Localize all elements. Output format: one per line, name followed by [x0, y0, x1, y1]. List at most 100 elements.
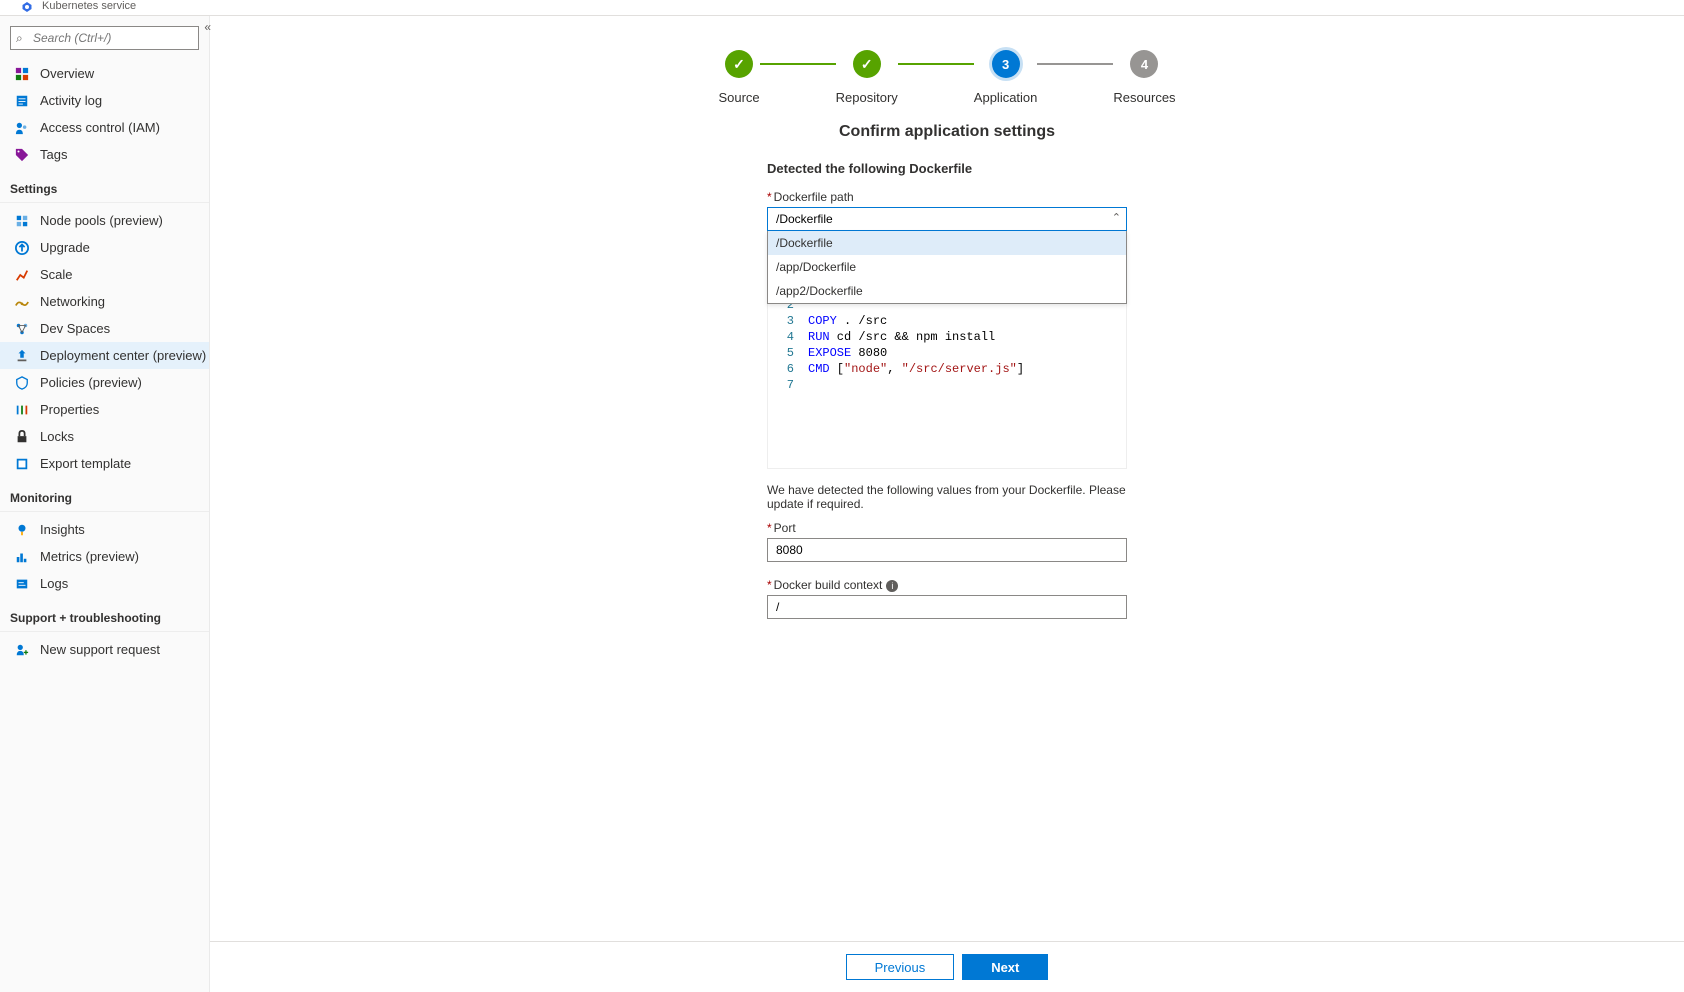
nav-access-control[interactable]: Access control (IAM) [0, 114, 209, 141]
service-type-bar: Kubernetes service [0, 0, 1684, 16]
step-resources: 4 Resources [1113, 50, 1175, 105]
nav-logs[interactable]: Logs [0, 570, 209, 597]
next-button[interactable]: Next [962, 954, 1048, 980]
policies-icon [14, 375, 30, 391]
overview-icon [14, 66, 30, 82]
detected-heading: Detected the following Dockerfile [767, 161, 1127, 176]
nav-scale[interactable]: Scale [0, 261, 209, 288]
nav-activity-log[interactable]: Activity log [0, 87, 209, 114]
nav-header-settings: Settings [0, 168, 209, 203]
export-icon [14, 456, 30, 472]
previous-button[interactable]: Previous [846, 954, 955, 980]
nav-label: Logs [40, 576, 68, 591]
nav-locks[interactable]: Locks [0, 423, 209, 450]
nav-label: Locks [40, 429, 74, 444]
nav-insights[interactable]: Insights [0, 516, 209, 543]
props-icon [14, 402, 30, 418]
scale-icon [14, 267, 30, 283]
nav-properties[interactable]: Properties [0, 396, 209, 423]
nav-new-support-request[interactable]: New support request [0, 636, 209, 663]
wizard-stepper: ✓ Source ✓ Repository 3 Application 4 Re… [718, 50, 1175, 105]
code-lines: COPY . /src RUN cd /src && npm install E… [808, 297, 1126, 462]
nav-header-monitoring: Monitoring [0, 477, 209, 512]
upgrade-icon [14, 240, 30, 256]
nav-label: Metrics (preview) [40, 549, 139, 564]
nav-label: Node pools (preview) [40, 213, 163, 228]
iam-icon [14, 120, 30, 136]
activity-log-icon [14, 93, 30, 109]
nav-dev-spaces[interactable]: Dev Spaces [0, 315, 209, 342]
dockerfile-path-dropdown: /Dockerfile /app/Dockerfile /app2/Docker… [767, 231, 1127, 304]
service-type-label: Kubernetes service [42, 0, 136, 12]
nav-tags[interactable]: Tags [0, 141, 209, 168]
network-icon [14, 294, 30, 310]
check-icon: ✓ [733, 56, 745, 73]
dockerfile-path-label: *Dockerfile path [767, 190, 1127, 204]
nav-label: Tags [40, 147, 67, 162]
step-circle-future: 4 [1130, 50, 1158, 78]
nav-upgrade[interactable]: Upgrade [0, 234, 209, 261]
nav-policies[interactable]: Policies (preview) [0, 369, 209, 396]
nav-export-template[interactable]: Export template [0, 450, 209, 477]
main-content: ✓ Source ✓ Repository 3 Application 4 Re… [210, 16, 1684, 992]
page-title: Confirm application settings [839, 123, 1055, 141]
context-label: *Docker build contexti [767, 578, 1127, 592]
nav-label: Deployment center (preview) [40, 348, 206, 363]
step-connector [898, 63, 974, 65]
wizard-footer: Previous Next [210, 941, 1684, 992]
nav-label: Networking [40, 294, 105, 309]
nav-overview[interactable]: Overview [0, 60, 209, 87]
devspaces-icon [14, 321, 30, 337]
info-icon[interactable]: i [886, 580, 898, 592]
metrics-icon [14, 549, 30, 565]
dropdown-option[interactable]: /app/Dockerfile [768, 255, 1126, 279]
nav-node-pools[interactable]: Node pools (preview) [0, 207, 209, 234]
kubernetes-icon [18, 0, 36, 14]
port-label: *Port [767, 521, 1127, 535]
nav-header-support: Support + troubleshooting [0, 597, 209, 632]
search-icon: ⌕ [16, 31, 23, 46]
nav-label: Dev Spaces [40, 321, 110, 336]
step-source: ✓ Source [718, 50, 759, 105]
nav-deployment-center[interactable]: Deployment center (preview) [0, 342, 209, 369]
tags-icon [14, 147, 30, 163]
nodepool-icon [14, 213, 30, 229]
deploy-icon [14, 348, 30, 364]
dockerfile-code-view: 234567 COPY . /src RUN cd /src && npm in… [767, 291, 1127, 469]
check-icon: ✓ [861, 56, 873, 73]
nav-label: Properties [40, 402, 99, 417]
nav-label: Activity log [40, 93, 102, 108]
dockerfile-path-input[interactable] [767, 207, 1127, 231]
application-form: Detected the following Dockerfile *Docke… [767, 161, 1127, 635]
support-icon [14, 642, 30, 658]
insights-icon [14, 522, 30, 538]
dropdown-option[interactable]: /app2/Dockerfile [768, 279, 1126, 303]
nav-label: Overview [40, 66, 94, 81]
step-circle-current: 3 [992, 50, 1020, 78]
help-text: We have detected the following values fr… [767, 483, 1127, 511]
step-connector [1037, 63, 1113, 65]
step-circle-done: ✓ [725, 50, 753, 78]
step-application: 3 Application [974, 50, 1038, 105]
nav-label: New support request [40, 642, 160, 657]
sidebar: « ⌕ Overview Activity log Access control… [0, 16, 210, 992]
nav-label: Policies (preview) [40, 375, 142, 390]
nav-label: Export template [40, 456, 131, 471]
locks-icon [14, 429, 30, 445]
step-circle-done: ✓ [853, 50, 881, 78]
nav-networking[interactable]: Networking [0, 288, 209, 315]
dockerfile-path-combo[interactable]: ⌃ /Dockerfile /app/Dockerfile /app2/Dock… [767, 207, 1127, 231]
logs-icon [14, 576, 30, 592]
nav-label: Upgrade [40, 240, 90, 255]
nav-metrics[interactable]: Metrics (preview) [0, 543, 209, 570]
step-repository: ✓ Repository [836, 50, 898, 105]
nav-label: Access control (IAM) [40, 120, 160, 135]
step-connector [760, 63, 836, 65]
nav-label: Insights [40, 522, 85, 537]
dropdown-option[interactable]: /Dockerfile [768, 231, 1126, 255]
sidebar-search-input[interactable] [10, 26, 199, 50]
code-gutter: 234567 [768, 297, 808, 462]
context-input[interactable] [767, 595, 1127, 619]
port-input[interactable] [767, 538, 1127, 562]
nav-label: Scale [40, 267, 73, 282]
